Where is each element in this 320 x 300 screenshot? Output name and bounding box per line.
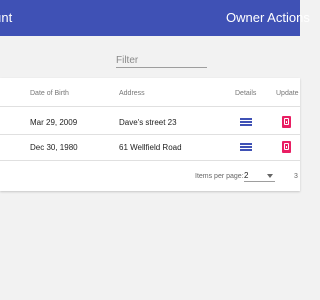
list-details-icon[interactable]: [240, 118, 252, 127]
filter-input[interactable]: [116, 52, 207, 69]
items-per-page-label: Items per page:: [195, 173, 244, 180]
column-header-address[interactable]: Address: [119, 90, 145, 97]
row-divider: [0, 160, 300, 161]
app-toolbar: unt Owner Actions: [0, 0, 310, 36]
date-of-birth-cell: Mar 29, 2009: [30, 118, 78, 127]
column-header-date-of-birth[interactable]: Date of Birth: [30, 90, 69, 97]
column-header-details: Details: [235, 90, 257, 97]
page-size-select[interactable]: 2: [244, 170, 275, 182]
address-cell: Dave's street 23: [119, 118, 177, 127]
edit-update-icon[interactable]: [282, 141, 291, 153]
address-cell: 61 Wellfield Road: [119, 143, 182, 152]
list-details-icon[interactable]: [240, 143, 252, 152]
paginator-range-label: 3: [294, 173, 298, 180]
filter-field[interactable]: [116, 50, 207, 69]
column-header-update: Update: [276, 90, 299, 97]
chevron-down-icon: [267, 174, 273, 178]
date-of-birth-cell: Dec 30, 1980: [30, 143, 78, 152]
page-size-value: 2: [244, 171, 249, 180]
header-divider: [0, 106, 300, 107]
row-divider: [0, 134, 300, 135]
owner-actions-title[interactable]: Owner Actions: [226, 10, 310, 25]
toolbar-title: unt: [0, 10, 13, 25]
owners-table-card: Date of Birth Address Details Update Mar…: [0, 78, 300, 191]
edit-update-icon[interactable]: [282, 116, 291, 128]
